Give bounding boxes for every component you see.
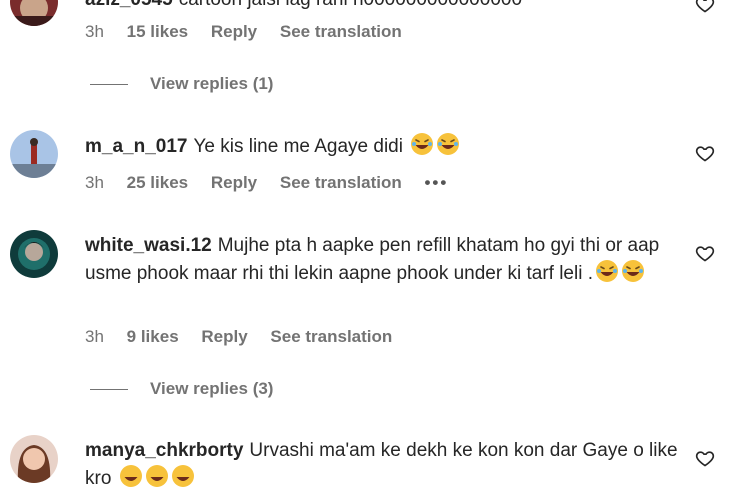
laughing-emoji-icon — [145, 464, 169, 488]
reply-button[interactable]: Reply — [211, 22, 257, 41]
like-button[interactable] — [695, 0, 715, 14]
comment-time: 3h — [85, 327, 104, 346]
comment-username[interactable]: m_a_n_017 — [85, 136, 187, 157]
comment-likes[interactable]: 15 likes — [127, 22, 188, 41]
like-button[interactable] — [695, 143, 715, 163]
comment-time: 3h — [85, 173, 104, 192]
reply-button[interactable]: Reply — [211, 173, 257, 192]
laughing-emoji-icon — [621, 259, 645, 283]
comment-username[interactable]: manya_chkrborty — [85, 440, 243, 461]
comment-likes[interactable]: 9 likes — [127, 327, 179, 346]
heart-outline-icon — [695, 0, 715, 13]
heart-outline-icon — [695, 451, 715, 467]
comment-text: manya_chkrborty Urvashi ma'am ke dekh ke … — [85, 437, 685, 492]
avatar[interactable] — [10, 435, 58, 483]
replies-divider — [90, 84, 128, 86]
comment-body: cartoon jaisi lag rahi h000000000000000 — [179, 0, 522, 10]
view-replies-label: View replies (1) — [150, 74, 274, 93]
comment-likes[interactable]: 25 likes — [127, 173, 188, 192]
comment-text: m_a_n_017 Ye kis line me Agaye didi — [85, 132, 685, 160]
replies-divider — [90, 389, 128, 391]
comment-text: aziz_0545 cartoon jaisi lag rahi h0000000… — [85, 0, 685, 13]
view-replies-button[interactable]: View replies (1) — [90, 74, 273, 94]
comment-meta: 3h 9 likes Reply See translation — [85, 327, 410, 347]
comment-meta: 3h 15 likes Reply See translation — [85, 22, 420, 42]
see-translation-link[interactable]: See translation — [280, 22, 402, 41]
comment-username[interactable]: white_wasi.12 — [85, 235, 212, 256]
laughing-emoji-icon — [119, 464, 143, 488]
like-button[interactable] — [695, 243, 715, 263]
comment-meta: 3h 25 likes Reply See translation ••• — [85, 173, 466, 193]
comment-text: white_wasi.12 Mujhe pta h aapke pen refil… — [85, 232, 685, 287]
see-translation-link[interactable]: See translation — [280, 173, 402, 192]
comment-username[interactable]: aziz_0545 — [85, 0, 173, 10]
heart-outline-icon — [695, 246, 715, 262]
view-replies-button[interactable]: View replies (3) — [90, 379, 273, 399]
laughing-emoji-icon — [171, 464, 195, 488]
like-button[interactable] — [695, 448, 715, 468]
reply-button[interactable]: Reply — [201, 327, 247, 346]
laughing-emoji-icon — [595, 259, 619, 283]
avatar[interactable] — [10, 230, 58, 278]
avatar[interactable] — [10, 130, 58, 178]
laughing-emoji-icon — [436, 132, 460, 156]
more-options-icon[interactable]: ••• — [424, 173, 448, 192]
comment-time: 3h — [85, 22, 104, 41]
comment-body: Ye kis line me Agaye didi — [193, 136, 403, 157]
laughing-emoji-icon — [410, 132, 434, 156]
avatar[interactable] — [10, 0, 58, 26]
heart-outline-icon — [695, 146, 715, 162]
see-translation-link[interactable]: See translation — [270, 327, 392, 346]
view-replies-label: View replies (3) — [150, 379, 274, 398]
